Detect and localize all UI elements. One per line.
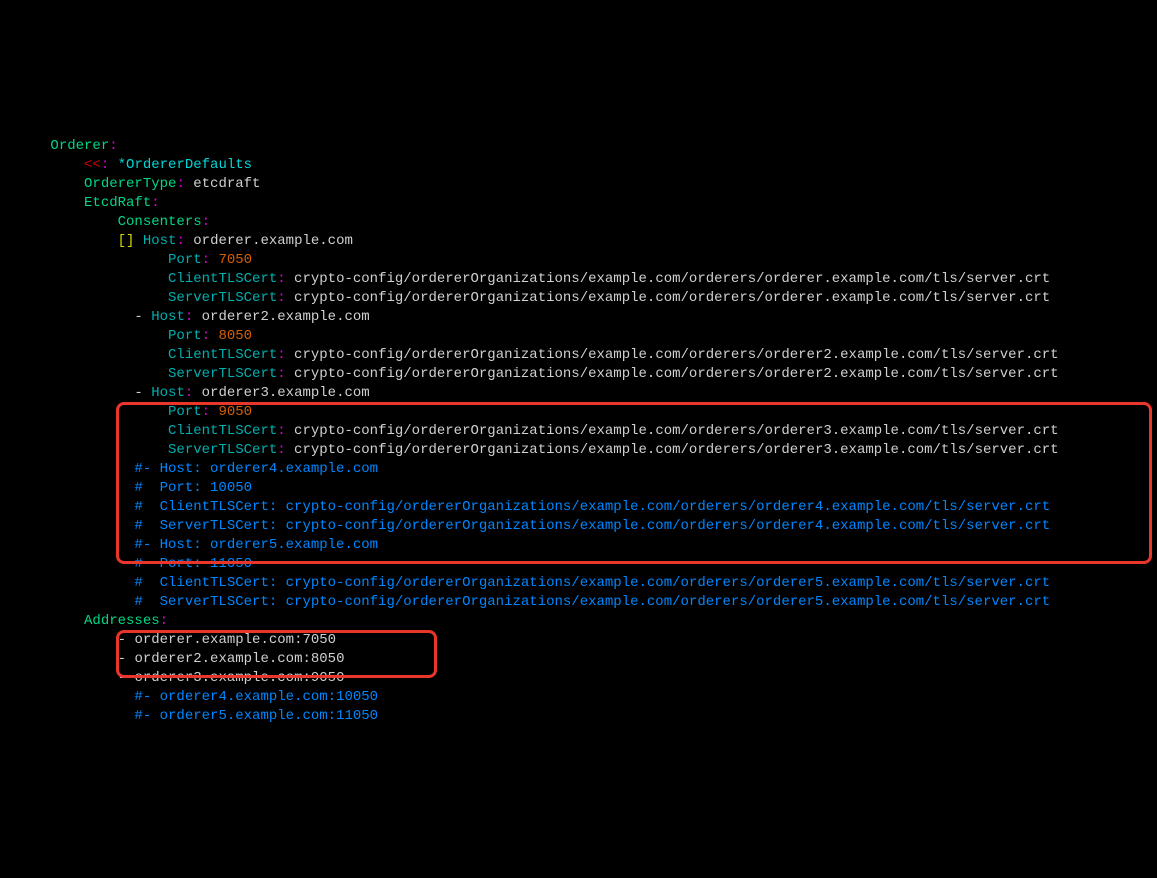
code-line: # ServerTLSCert: crypto-config/ordererOr… — [0, 517, 1157, 536]
code-line — [0, 118, 1157, 137]
code-content: Orderer: <<: *OrdererDefaults OrdererTyp… — [0, 118, 1157, 726]
code-line: # ServerTLSCert: crypto-config/ordererOr… — [0, 593, 1157, 612]
code-line: Orderer: — [0, 137, 1157, 156]
code-line: <<: *OrdererDefaults — [0, 156, 1157, 175]
code-line: Port: 7050 — [0, 251, 1157, 270]
code-line: ServerTLSCert: crypto-config/ordererOrga… — [0, 441, 1157, 460]
code-line: #- Host: orderer4.example.com — [0, 460, 1157, 479]
code-line: Addresses: — [0, 612, 1157, 631]
code-line: # Port: 11050 — [0, 555, 1157, 574]
code-editor[interactable]: Orderer: <<: *OrdererDefaults OrdererTyp… — [0, 80, 1157, 783]
code-line: - Host: orderer3.example.com — [0, 384, 1157, 403]
code-line: - orderer3.example.com:9050 — [0, 669, 1157, 688]
code-line: ServerTLSCert: crypto-config/ordererOrga… — [0, 365, 1157, 384]
code-line: Consenters: — [0, 213, 1157, 232]
code-line: #- orderer5.example.com:11050 — [0, 707, 1157, 726]
code-line: ClientTLSCert: crypto-config/ordererOrga… — [0, 346, 1157, 365]
code-line: ClientTLSCert: crypto-config/ordererOrga… — [0, 270, 1157, 289]
code-line: # Port: 10050 — [0, 479, 1157, 498]
code-line: [] Host: orderer.example.com — [0, 232, 1157, 251]
code-line: OrdererType: etcdraft — [0, 175, 1157, 194]
code-line: ClientTLSCert: crypto-config/ordererOrga… — [0, 422, 1157, 441]
code-line: #- orderer4.example.com:10050 — [0, 688, 1157, 707]
code-line: - orderer.example.com:7050 — [0, 631, 1157, 650]
code-line: - Host: orderer2.example.com — [0, 308, 1157, 327]
code-line: # ClientTLSCert: crypto-config/ordererOr… — [0, 498, 1157, 517]
code-line: - orderer2.example.com:8050 — [0, 650, 1157, 669]
code-line: # ClientTLSCert: crypto-config/ordererOr… — [0, 574, 1157, 593]
code-line: EtcdRaft: — [0, 194, 1157, 213]
code-line: Port: 9050 — [0, 403, 1157, 422]
code-line: Port: 8050 — [0, 327, 1157, 346]
code-line: #- Host: orderer5.example.com — [0, 536, 1157, 555]
code-line: ServerTLSCert: crypto-config/ordererOrga… — [0, 289, 1157, 308]
